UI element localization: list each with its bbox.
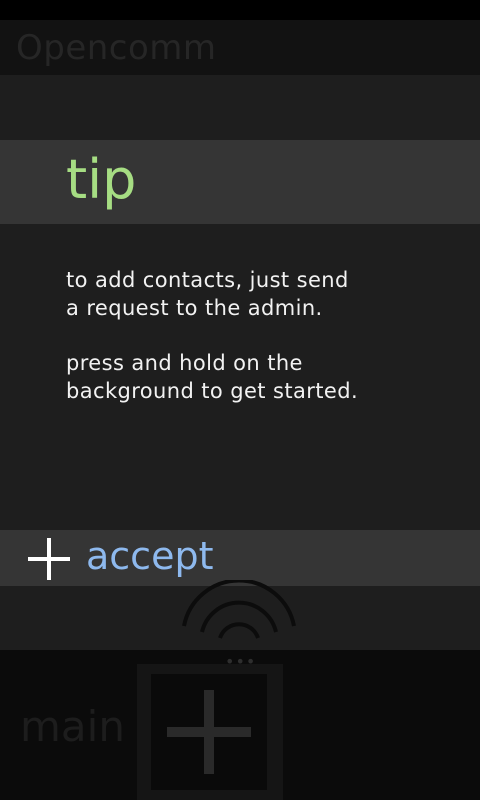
app-header: Opencomm <box>0 20 480 75</box>
signal-icon <box>182 580 296 639</box>
status-bar <box>0 0 480 20</box>
main-label: main <box>20 702 125 751</box>
accept-label: accept <box>86 534 214 578</box>
app-title: Opencomm <box>16 28 217 68</box>
tip-title: tip <box>66 148 137 211</box>
tip-body: to add contacts, just send a request to … <box>66 266 446 432</box>
accept-button[interactable]: accept <box>0 530 480 586</box>
plus-icon <box>28 538 70 580</box>
tip-header: tip <box>0 140 480 224</box>
add-tile-button[interactable] <box>137 664 283 800</box>
bottom-navigation: ••• main <box>0 650 480 800</box>
add-plus-icon <box>167 690 251 774</box>
tip-paragraph: to add contacts, just send a request to … <box>66 268 349 320</box>
add-tile-inner <box>151 674 267 790</box>
tip-paragraph: press and hold on the background to get … <box>66 351 359 403</box>
